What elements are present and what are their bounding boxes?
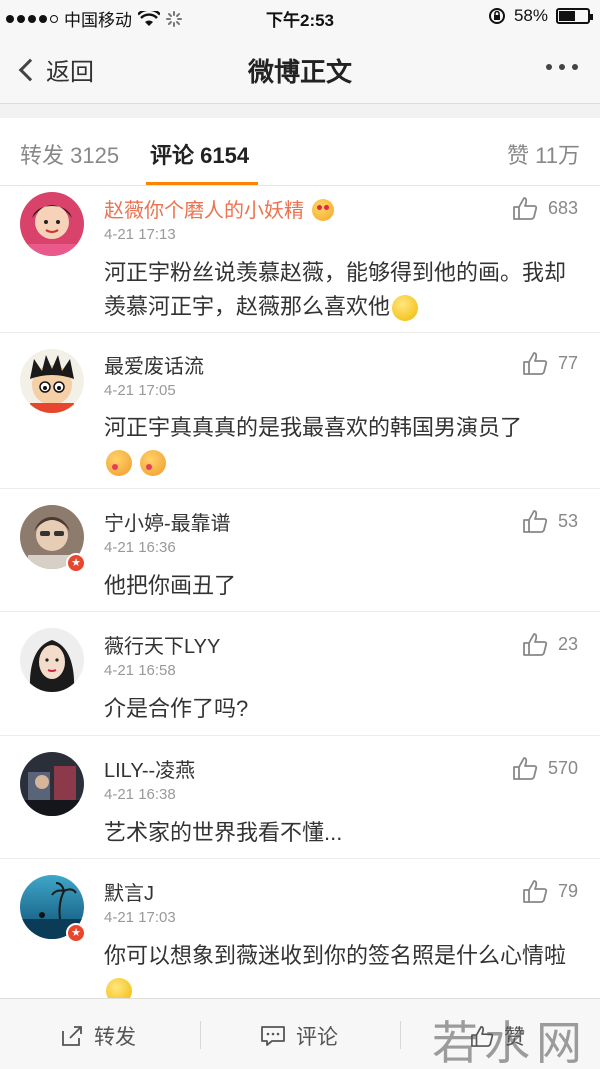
more-options-button[interactable] [546, 64, 578, 70]
navigation-bar: 返回 微博正文 [0, 34, 600, 104]
comment-text: 艺术家的世界我看不懂... [104, 820, 343, 845]
comment-button[interactable]: 评论 [260, 1021, 338, 1051]
battery-level [559, 11, 575, 21]
comment-author[interactable]: 赵薇你个磨人的小妖精 [104, 194, 334, 223]
avatar[interactable] [20, 192, 84, 256]
more-dot-icon [572, 64, 578, 70]
verified-badge-icon: ★ [66, 923, 86, 943]
like-count: 683 [547, 197, 578, 218]
comment-item[interactable]: 最爱废话流 4-21 17:05 河正宇真真真的是我最喜欢的韩国男演员了 77 [0, 333, 600, 489]
repost-button[interactable]: 转发 [60, 1021, 136, 1051]
like-count: 77 [557, 352, 578, 373]
comment-item[interactable]: ★ 默言J 4-21 17:03 你可以想象到薇迷收到你的签名照是什么心情啦 7… [0, 859, 600, 1005]
tab-like[interactable]: 赞 11万 [507, 138, 580, 170]
thumbs-up-icon [523, 352, 548, 375]
like-button[interactable]: 79 [522, 879, 578, 903]
comment-text: 河正宇粉丝说羡慕赵薇，能够得到他的画。我却羡慕河正宇，赵薇那么喜欢他 [104, 256, 574, 324]
kiss-emoji-icon [106, 450, 132, 477]
comment-item[interactable]: LILY--凌燕 4-21 16:38 艺术家的世界我看不懂... 570 [0, 736, 600, 859]
like-button[interactable]: 23 [522, 632, 578, 656]
toolbar-divider [200, 1021, 201, 1049]
comment-item[interactable]: ★ 宁小婷-最靠谱 4-21 16:36 他把你画丑了 53 [0, 489, 600, 612]
like-button[interactable]: 53 [522, 509, 578, 533]
comment-text: 介是合作了吗? [104, 696, 249, 721]
battery-icon [556, 8, 593, 24]
active-tab-indicator [146, 182, 258, 185]
like-count: 79 [557, 880, 578, 901]
comment-label: 评论 [296, 1026, 338, 1049]
comment-author[interactable]: 宁小婷-最靠谱 [104, 507, 231, 536]
rotation-lock-icon [488, 8, 505, 24]
thumbs-up-icon [523, 633, 548, 656]
thinking-emoji-icon [392, 295, 419, 322]
thumbs-up-icon [523, 510, 548, 533]
like-button[interactable]: 683 [512, 196, 578, 220]
comment-item[interactable]: 赵薇你个磨人的小妖精 4-21 17:13 河正宇粉丝说羡慕赵薇，能够得到他的画… [0, 186, 600, 333]
share-icon [62, 1026, 82, 1046]
status-right: 58% [488, 6, 593, 26]
like-button[interactable]: 570 [512, 756, 578, 780]
thumbs-up-icon [513, 757, 538, 780]
comment-time: 4-21 16:38 [104, 786, 176, 803]
comment-author[interactable]: 薇行天下LYY [104, 630, 220, 659]
more-dot-icon [559, 64, 565, 70]
tab-bar: 转发 3125 评论 6154 赞 11万 [0, 118, 600, 186]
comment-author[interactable]: 最爱废话流 [104, 350, 204, 379]
tab-comment[interactable]: 评论 6154 [150, 138, 249, 170]
comment-text: 河正宇真真真的是我最喜欢的韩国男演员了 [104, 411, 574, 479]
comment-author[interactable]: 默言J [104, 877, 154, 906]
comment-list: 赵薇你个磨人的小妖精 4-21 17:13 河正宇粉丝说羡慕赵薇，能够得到他的画… [0, 186, 600, 1005]
battery-percent: 58% [513, 6, 548, 25]
comment-time: 4-21 16:58 [104, 662, 176, 679]
like-count: 570 [547, 757, 578, 778]
comment-time: 4-21 17:13 [104, 226, 176, 243]
comment-text: 他把你画丑了 [104, 573, 237, 598]
comment-time: 4-21 17:03 [104, 909, 176, 926]
avatar[interactable] [20, 752, 84, 816]
like-count: 53 [557, 510, 578, 531]
heart-eyes-emoji-icon [311, 198, 334, 221]
kiss-emoji-icon [140, 450, 167, 477]
comment-item[interactable]: 薇行天下LYY 4-21 16:58 介是合作了吗? 23 [0, 612, 600, 736]
page-title: 微博正文 [247, 57, 352, 87]
watermark: 若水网 [432, 1016, 588, 1069]
bottom-toolbar: 转发 评论 赞 若水网 [0, 998, 600, 1069]
tab-repost[interactable]: 转发 3125 [20, 138, 119, 170]
avatar[interactable] [20, 628, 84, 692]
like-count: 23 [557, 633, 578, 654]
toolbar-divider [400, 1021, 401, 1049]
thumbs-up-icon [523, 880, 548, 903]
avatar[interactable] [20, 349, 84, 413]
comment-time: 4-21 17:05 [104, 382, 176, 399]
like-button[interactable]: 77 [522, 351, 578, 375]
more-dot-icon [546, 64, 552, 70]
thumbs-up-icon [513, 197, 538, 220]
verified-badge-icon: ★ [66, 553, 86, 573]
comment-author[interactable]: LILY--凌燕 [104, 754, 195, 783]
comment-icon [261, 1026, 285, 1046]
comment-text: 你可以想象到薇迷收到你的签名照是什么心情啦 [104, 939, 574, 1007]
status-bar: 中国移动 下午2:53 58% [0, 0, 600, 34]
repost-label: 转发 [94, 1026, 136, 1049]
comment-time: 4-21 16:36 [104, 539, 176, 556]
